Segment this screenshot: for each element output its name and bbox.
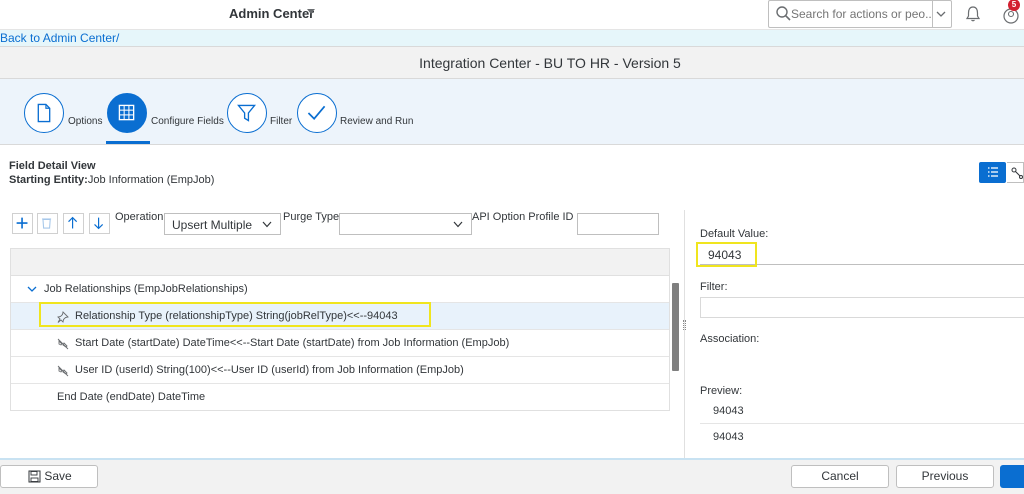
table-row[interactable]: Start Date (startDate) DateTime<<--Start… xyxy=(11,330,669,357)
funnel-icon xyxy=(237,104,256,122)
operation-select[interactable]: Upsert Multiple xyxy=(164,213,281,235)
save-icon[interactable] xyxy=(28,470,41,483)
connection-icon xyxy=(1011,167,1023,179)
table-row[interactable]: User ID (userId) String(100)<<--User ID … xyxy=(11,357,669,384)
preview-label: Preview: xyxy=(700,385,743,397)
back-link[interactable]: Back to Admin Center/ xyxy=(0,31,119,45)
starting-entity-label: Starting Entity: xyxy=(9,174,88,186)
purge-type-label: Purge Type xyxy=(283,211,340,223)
preview-value: 94043 xyxy=(713,405,744,417)
grid-icon xyxy=(118,104,135,121)
filter-label: Filter: xyxy=(700,281,728,293)
unlink-icon xyxy=(57,338,69,350)
api-option-profile-input[interactable] xyxy=(577,213,659,235)
chevron-down-icon xyxy=(262,221,272,228)
previous-button[interactable]: Previous xyxy=(896,465,994,488)
add-button[interactable] xyxy=(12,213,33,234)
search-divider xyxy=(932,1,933,27)
chevron-down-icon[interactable] xyxy=(936,10,946,18)
step-review-and-run[interactable] xyxy=(297,93,337,133)
save-button[interactable]: Save xyxy=(0,465,98,488)
document-icon xyxy=(37,103,51,123)
list-item: 94043 xyxy=(700,426,1024,440)
tree-row-label: End Date (endDate) DateTime xyxy=(57,391,206,403)
checkmark-icon xyxy=(307,105,326,120)
wizard-bar xyxy=(0,79,1024,145)
delete-button[interactable] xyxy=(37,213,58,234)
tree-header xyxy=(11,249,669,276)
plus-icon xyxy=(16,217,28,229)
starting-entity: Starting Entity:Job Information (EmpJob) xyxy=(9,174,214,186)
association-label: Association: xyxy=(700,333,760,345)
page-title: Integration Center - BU TO HR - Version … xyxy=(419,55,681,71)
list-item: 94043 xyxy=(700,400,1024,424)
list-view-toggle[interactable] xyxy=(979,162,1006,183)
step-label-filter[interactable]: Filter xyxy=(270,116,292,127)
move-down-button[interactable] xyxy=(89,213,110,234)
cancel-button[interactable]: Cancel xyxy=(791,465,889,488)
bell-icon[interactable] xyxy=(964,5,982,23)
highlight-box xyxy=(39,302,431,327)
list-icon xyxy=(988,167,998,177)
field-detail-title: Field Detail View xyxy=(9,160,96,172)
default-value-label: Default Value: xyxy=(700,228,769,240)
table-row[interactable]: End Date (endDate) DateTime xyxy=(11,384,669,411)
purge-type-select[interactable] xyxy=(339,213,472,235)
field-tree-table: Job Relationships (EmpJobRelationships) … xyxy=(10,248,670,411)
step-label-options[interactable]: Options xyxy=(68,116,102,127)
filter-input[interactable] xyxy=(700,297,1024,318)
unlink-icon xyxy=(57,365,69,377)
splitter-grip[interactable] xyxy=(683,320,686,330)
preview-value: 94043 xyxy=(713,431,744,440)
back-bar: Back to Admin Center/ xyxy=(0,30,1024,46)
search-input[interactable] xyxy=(791,1,931,27)
tree-group-label: Job Relationships (EmpJobRelationships) xyxy=(44,283,248,295)
tree-row-label: Start Date (startDate) DateTime<<--Start… xyxy=(75,337,510,349)
splitter[interactable] xyxy=(684,210,685,460)
tree-group-row[interactable]: Job Relationships (EmpJobRelationships) xyxy=(11,276,669,303)
shell-title[interactable]: Admin Center xyxy=(229,6,314,21)
chevron-down-icon[interactable] xyxy=(27,285,37,293)
chevron-down-icon[interactable] xyxy=(307,9,315,14)
arrow-down-icon xyxy=(94,217,104,230)
step-options[interactable] xyxy=(24,93,64,133)
move-up-button[interactable] xyxy=(63,213,84,234)
trash-icon xyxy=(42,218,52,229)
step-filter[interactable] xyxy=(227,93,267,133)
chevron-down-icon xyxy=(453,221,463,228)
step-label-configure-fields[interactable]: Configure Fields xyxy=(151,116,224,127)
search-field[interactable] xyxy=(768,0,952,28)
scrollbar[interactable] xyxy=(672,283,679,371)
step-label-review-and-run[interactable]: Review and Run xyxy=(340,116,413,127)
next-button[interactable] xyxy=(1000,465,1024,488)
step-configure-fields[interactable] xyxy=(107,93,147,133)
api-option-profile-label: API Option Profile ID xyxy=(472,211,574,223)
tree-row-label: User ID (userId) String(100)<<--User ID … xyxy=(75,364,464,376)
starting-entity-value: Job Information (EmpJob) xyxy=(87,174,215,186)
highlight-box xyxy=(696,242,757,267)
arrow-up-icon xyxy=(68,216,78,229)
operation-label: Operation xyxy=(115,211,164,223)
operation-value: Upsert Multiple xyxy=(172,218,253,232)
page-header: Integration Center - BU TO HR - Version … xyxy=(0,46,1024,79)
active-step-indicator xyxy=(106,141,150,144)
graph-view-toggle[interactable] xyxy=(1007,162,1024,183)
